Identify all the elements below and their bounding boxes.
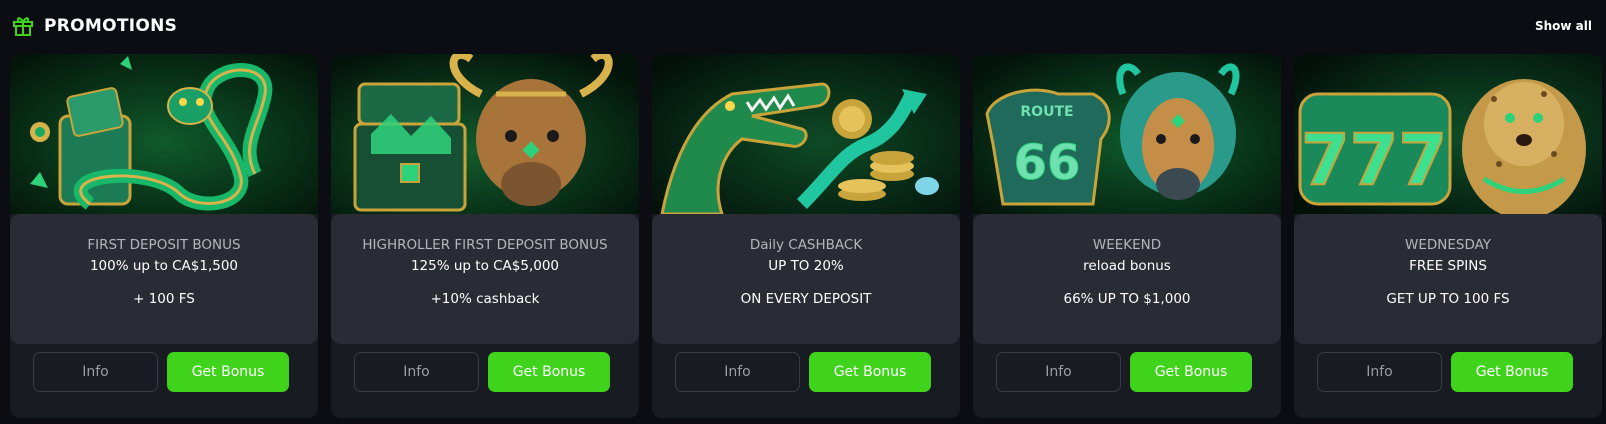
info-button[interactable]: Info [996,352,1121,392]
crocodile-coins-illustration [652,54,960,214]
bull-treasure-illustration [331,54,639,214]
promotion-title: WEEKEND [1092,237,1162,253]
promotion-card: FIRST DEPOSIT BONUS 100% up to CA$1,500 … [10,54,318,418]
promotion-offer: reload bonus [1083,258,1171,274]
promotion-extra: + 100 FS [133,291,195,307]
promotion-title: Daily CASHBACK [749,237,863,253]
info-button[interactable]: Info [675,352,800,392]
header-title-group: PROMOTIONS [12,15,177,37]
route-sign-text: ROUTE [1020,104,1073,120]
promotion-extra: GET UP TO 100 FS [1386,291,1510,307]
promotion-actions: Info Get Bonus [1317,352,1573,394]
promotion-card: Daily CASHBACK UP TO 20% ON EVERY DEPOSI… [652,54,960,418]
get-bonus-button[interactable]: Get Bonus [1130,352,1252,392]
promotion-extra: ON EVERY DEPOSIT [740,291,872,307]
promotion-offer: 125% up to CA$5,000 [410,258,560,274]
promotion-offer: UP TO 20% [768,258,844,274]
promotion-details: FIRST DEPOSIT BONUS 100% up to CA$1,500 … [10,214,318,344]
get-bonus-button[interactable]: Get Bonus [809,352,931,392]
promotion-extra: +10% cashback [430,291,540,307]
promotion-actions: Info Get Bonus [675,352,931,394]
promotion-details: Daily CASHBACK UP TO 20% ON EVERY DEPOSI… [652,214,960,344]
promotion-title: WEDNESDAY [1404,237,1492,253]
get-bonus-button[interactable]: Get Bonus [1451,352,1573,392]
gift-icon [12,15,34,37]
promotions-list: FIRST DEPOSIT BONUS 100% up to CA$1,500 … [10,54,1602,418]
promotions-header: PROMOTIONS Show all [12,10,1592,42]
promotion-extra: 66% UP TO $1,000 [1063,291,1191,307]
slot-reel-number: 777 [1301,119,1447,201]
promotion-details: WEDNESDAY FREE SPINS GET UP TO 100 FS [1294,214,1602,344]
promotion-actions: Info Get Bonus [33,352,289,394]
show-all-link[interactable]: Show all [1535,19,1592,33]
promotion-actions: Info Get Bonus [996,352,1252,394]
route-sign-number: 66 [1014,135,1081,191]
info-button[interactable]: Info [354,352,479,392]
promotion-offer: 100% up to CA$1,500 [89,258,239,274]
snake-wallet-illustration [10,54,318,214]
promotion-card: 777 WEDNESDAY FREE SPINS GET UP TO 100 F… [1294,54,1602,418]
promotion-offer: FREE SPINS [1409,258,1487,274]
promotion-details: HIGHROLLER FIRST DEPOSIT BONUS 125% up t… [331,214,639,344]
promotion-card: HIGHROLLER FIRST DEPOSIT BONUS 125% up t… [331,54,639,418]
get-bonus-button[interactable]: Get Bonus [488,352,610,392]
promotion-title: FIRST DEPOSIT BONUS [87,237,241,253]
promotion-card: ROUTE 66 WEEKEND reload bonus 66% UP TO … [973,54,1281,418]
page-title: PROMOTIONS [44,16,178,36]
promotion-title: HIGHROLLER FIRST DEPOSIT BONUS [362,237,608,253]
promotion-actions: Info Get Bonus [354,352,610,394]
bison-route66-illustration: ROUTE 66 [973,54,1281,214]
promotion-details: WEEKEND reload bonus 66% UP TO $1,000 [973,214,1281,344]
get-bonus-button[interactable]: Get Bonus [167,352,289,392]
leopard-slot-illustration: 777 [1294,54,1602,214]
info-button[interactable]: Info [33,352,158,392]
info-button[interactable]: Info [1317,352,1442,392]
